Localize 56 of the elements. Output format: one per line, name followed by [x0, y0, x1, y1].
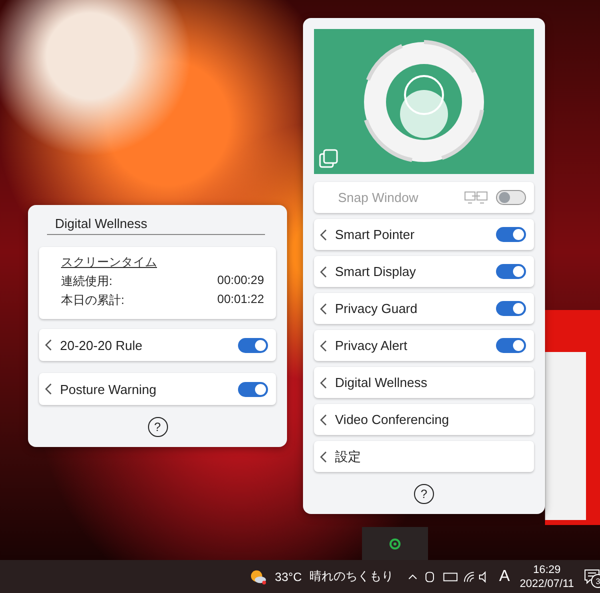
- menu-row[interactable]: Video Conferencing: [314, 404, 534, 435]
- menu-row[interactable]: Smart Pointer: [314, 219, 534, 250]
- help-button[interactable]: ?: [414, 484, 434, 504]
- stat-label: 本日の累計:: [61, 292, 124, 309]
- chevron-left-icon: [320, 414, 327, 426]
- row-label: Snap Window: [337, 190, 420, 205]
- app-icon[interactable]: [389, 538, 401, 550]
- weather-icon[interactable]: [250, 568, 267, 584]
- ime-indicator[interactable]: A: [499, 568, 510, 586]
- toggle-switch[interactable]: [496, 227, 526, 242]
- menu-row[interactable]: Privacy Guard: [314, 293, 534, 324]
- toggle-switch[interactable]: [238, 382, 268, 396]
- chevron-left-icon: [320, 228, 327, 240]
- menu-row[interactable]: Privacy Alert: [314, 330, 534, 361]
- chevron-left-icon: [320, 450, 327, 462]
- monitors-icon: [464, 190, 488, 204]
- help-button[interactable]: ?: [148, 417, 168, 437]
- screen-time-heading: スクリーンタイム: [61, 254, 158, 271]
- chevron-left-icon: [320, 302, 327, 314]
- stat-label: 連続使用:: [61, 273, 112, 290]
- row-label: Smart Pointer: [335, 227, 416, 242]
- menu-row[interactable]: 設定: [314, 441, 534, 472]
- toggle-switch[interactable]: [496, 338, 526, 353]
- copy-icon[interactable]: [319, 149, 339, 169]
- stat-value: 00:01:22: [217, 292, 264, 308]
- clock[interactable]: 16:29 2022/07/11: [520, 562, 574, 590]
- toggle-switch[interactable]: [238, 338, 268, 352]
- notification-icon[interactable]: [584, 569, 600, 584]
- stat-value: 00:00:29: [217, 273, 264, 289]
- chevron-left-icon: [320, 376, 327, 388]
- chevron-up-icon[interactable]: [408, 572, 418, 580]
- row-label: Posture Warning: [60, 382, 158, 396]
- row-label: 20-20-20 Rule: [60, 338, 144, 352]
- chevron-left-icon: [45, 339, 52, 351]
- row-label: Privacy Alert: [335, 338, 408, 353]
- notification-count: 3: [591, 574, 600, 588]
- aperture-logo-icon: [362, 40, 486, 164]
- clock-date: 2022/07/11: [520, 576, 574, 590]
- row-label: Smart Display: [335, 264, 417, 279]
- row-label: 設定: [335, 448, 362, 466]
- toggle-switch[interactable]: [496, 264, 526, 279]
- menu-row[interactable]: Digital Wellness: [314, 367, 534, 398]
- row-label: Video Conferencing: [335, 412, 450, 427]
- row-label: Digital Wellness: [335, 375, 428, 390]
- menu-row[interactable]: Smart Display: [314, 256, 534, 287]
- chevron-left-icon: [320, 340, 327, 352]
- clock-time: 16:29: [533, 562, 561, 576]
- menu-row[interactable]: Posture Warning: [39, 373, 276, 405]
- weather-text: 晴れのちくもり: [310, 568, 394, 585]
- temperature: 33°C: [274, 570, 302, 584]
- row-label: Privacy Guard: [335, 301, 418, 316]
- toggle-switch[interactable]: [496, 301, 526, 316]
- chevron-left-icon: [320, 266, 327, 278]
- panel-title: Digital Wellness: [47, 216, 265, 235]
- menu-row[interactable]: 20-20-20 Rule: [39, 329, 276, 361]
- chevron-left-icon: [45, 383, 52, 395]
